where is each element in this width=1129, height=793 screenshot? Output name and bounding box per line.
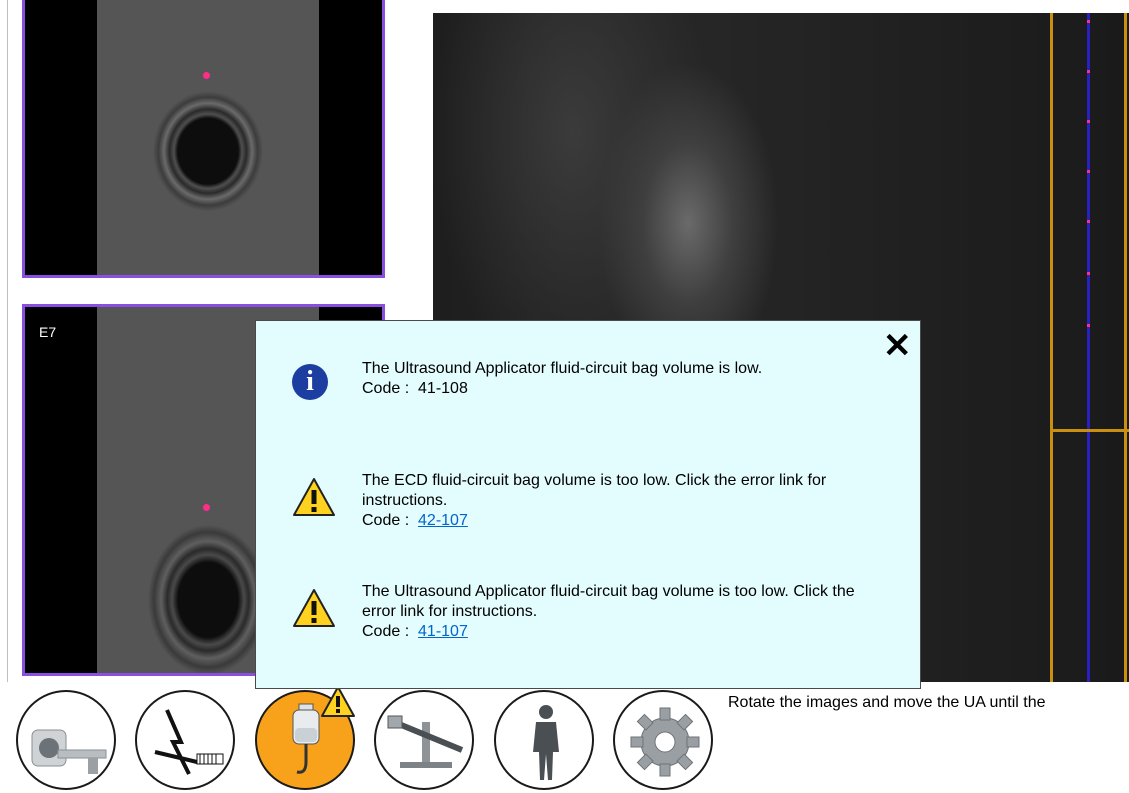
mri-scanner-icon [31,729,107,774]
warning-icon [293,478,335,516]
code-label: Code : [362,623,410,640]
alert-message: The Ultrasound Applicator fluid-circuit … [362,360,763,377]
alert-code-row: Code : 41-107 [362,622,862,642]
alert-text: The ECD fluid-circuit bag volume is too … [362,471,862,531]
settings-button[interactable] [613,690,713,790]
alert-code-row: Code : 41-108 [362,379,862,399]
code-label: Code : [362,512,410,529]
ruler-tick [1087,20,1090,23]
alert-panel: ✕ i The Ultrasound Applicator fluid-circ… [255,320,921,689]
alert-message: The Ultrasound Applicator fluid-circuit … [362,583,855,620]
ruler-tick [1087,220,1090,223]
ruler-tick [1087,324,1090,327]
ruler-crossbar [1050,429,1129,432]
alert-message: The ECD fluid-circuit bag volume is too … [362,472,827,509]
ruler-tick [1087,120,1090,123]
target-marker [203,72,210,79]
code-value: 41-108 [418,380,468,397]
ruler-line [1124,13,1127,682]
column-divider [7,0,8,682]
warning-icon [293,589,335,627]
patient-icon [533,705,559,780]
positioning-icon [387,715,464,768]
warning-badge-icon [321,686,355,717]
patient-button[interactable] [494,690,594,790]
ruler-tick [1087,272,1090,275]
positioning-system-button[interactable] [374,690,474,790]
thumbnail-view-1[interactable] [22,0,385,278]
instruction-status-text: Rotate the images and move the UA until … [728,694,1046,711]
bottom-toolbar: Rotate the images and move the UA until … [0,682,1129,793]
alert-code-row: Code : 42-107 [362,511,862,531]
gear-icon [630,707,700,777]
info-icon: i [292,364,328,400]
ruler-center-line [1087,13,1090,682]
mri-slice-image [97,0,319,275]
alert-text: The Ultrasound Applicator fluid-circuit … [362,582,862,642]
ruler-tick [1087,70,1090,73]
error-code-link[interactable]: 42-107 [418,512,468,529]
thumbnail-label: E7 [39,324,57,340]
ruler-line [1050,13,1053,682]
alert-text: The Ultrasound Applicator fluid-circuit … [362,359,862,399]
ruler-tick [1087,170,1090,173]
code-label: Code : [362,380,410,397]
target-marker [203,504,210,511]
mri-scanner-button[interactable] [16,690,116,790]
applicator-icon [154,709,224,775]
applicator-calibration-button[interactable] [135,690,235,790]
error-code-link[interactable]: 41-107 [418,623,468,640]
close-icon[interactable]: ✕ [883,329,912,363]
